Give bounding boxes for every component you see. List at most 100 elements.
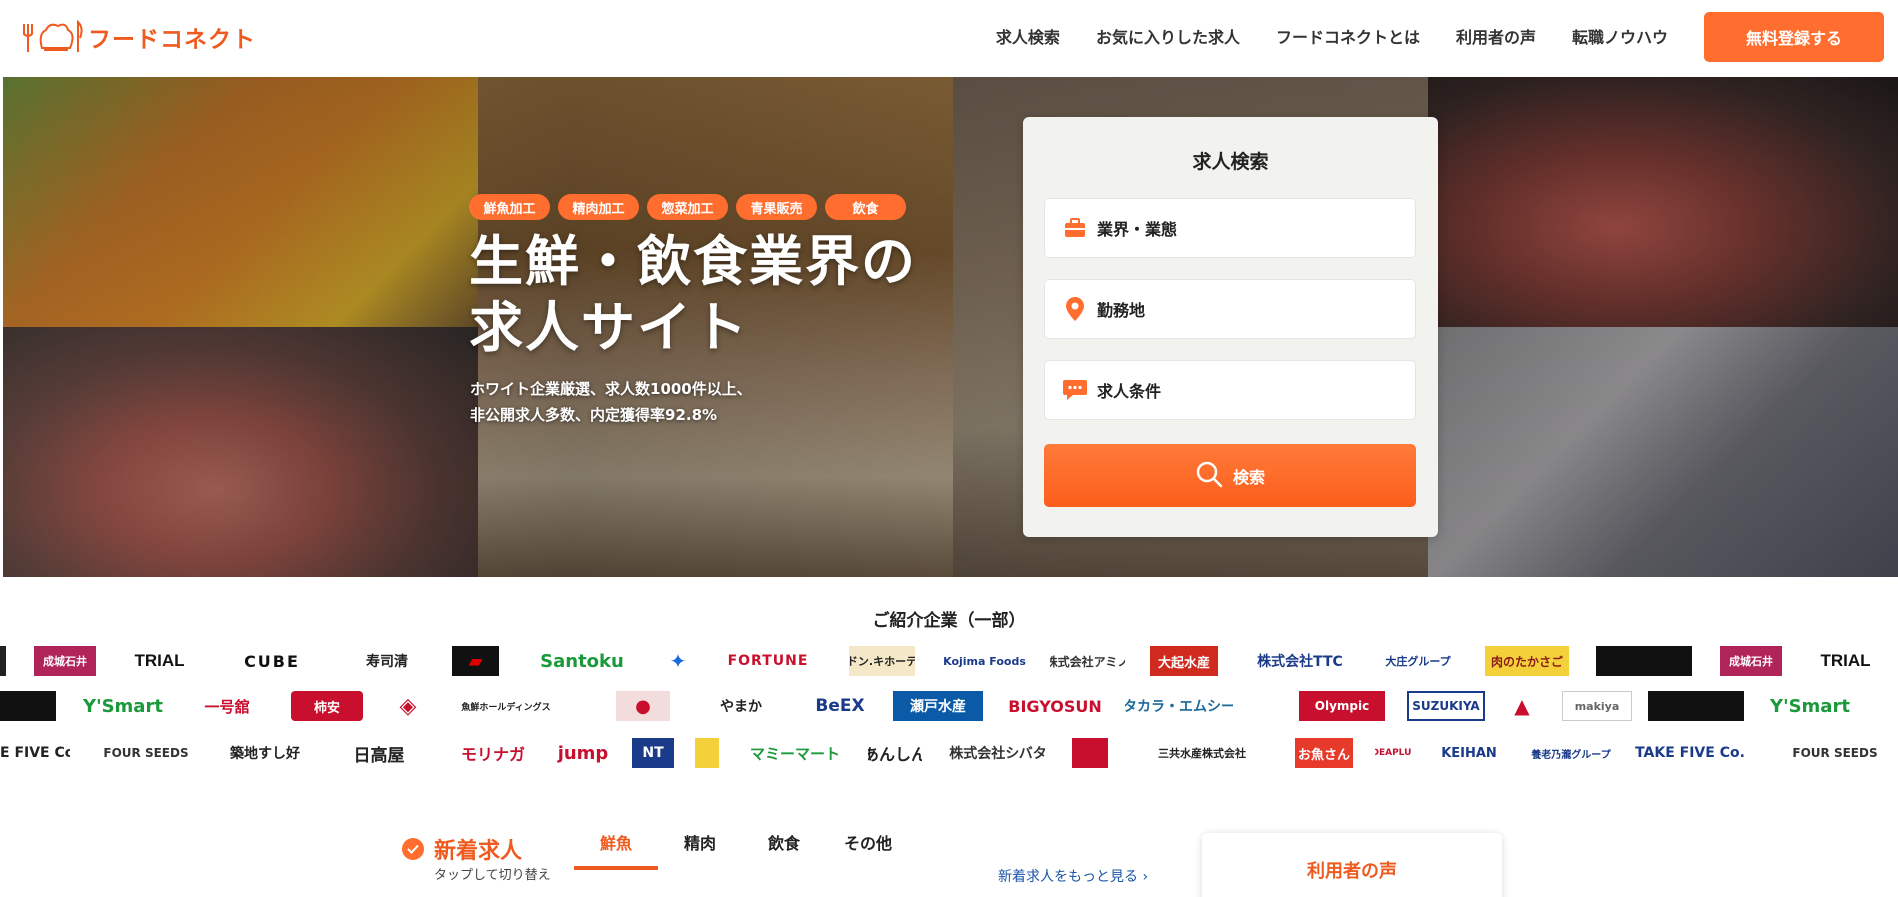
company-logo: 大起水産 (1150, 646, 1218, 676)
company-logo: あんしん (868, 745, 922, 764)
company-logos-row-2: Y'Smart 一号舘 柿安 ◈ 魚鮮ホールディングス ● やまか BeEX 瀬… (0, 689, 1898, 723)
company-logo: KEIHAN (1441, 745, 1497, 761)
company-logos-row-1: 成城石井 TRIAL CUBE 寿司清 ▰ Santoku ✦ FORTUNE … (0, 644, 1898, 678)
chat-bubble-icon (1063, 378, 1087, 402)
company-logo: ▲ (1514, 694, 1530, 718)
hero-title-line1: 生鮮・飲食業界の (469, 230, 917, 293)
company-logo: 株式会社TTC (1257, 654, 1343, 670)
tab-switch-hint: タップして切り替え (434, 868, 551, 883)
site-logo[interactable]: フードコネクト (22, 14, 256, 60)
hero-subtitle-line2: 非公開求人多数、内定獲得率92.8% (470, 406, 718, 424)
search-icon (1195, 460, 1223, 492)
search-button-label: 検索 (1232, 467, 1265, 487)
more-new-jobs-link[interactable]: 新着求人をもっと見る › (998, 866, 1148, 886)
company-logo: 魚鮮ホールディングス (461, 702, 551, 713)
company-logo: 株式会社アミノ (1050, 654, 1125, 669)
company-logo: 瀬戸水産 (893, 691, 983, 721)
search-button[interactable]: 検索 (1044, 444, 1416, 507)
company-logo: CUBE (244, 651, 300, 671)
flag-logo-icon: ▰ (468, 650, 483, 672)
hero-banner: 鮮魚加工 精肉加工 惣菜加工 青果販売 飲食 生鮮・飲食業界の 求人サイト ホワ… (3, 77, 1898, 577)
location-label: 勤務地 (1097, 301, 1146, 320)
company-logo (0, 646, 6, 676)
industry-select[interactable]: 業界・業態 (1044, 198, 1416, 258)
company-logo: モリナガ (460, 745, 525, 764)
new-jobs-heading: 新着求人 (402, 833, 522, 865)
free-register-button[interactable]: 無料登録する (1704, 12, 1884, 62)
chef-logo-icon (22, 14, 84, 60)
tab-fish[interactable]: 鮮魚 (574, 830, 658, 870)
company-logo: TRIAL (1820, 651, 1871, 670)
tag-fish-processing[interactable]: 鮮魚加工 (469, 194, 550, 220)
user-voices-title: 利用者の声 (1307, 861, 1397, 882)
job-category-tabs: 鮮魚 精肉 飲食 その他 (574, 830, 910, 870)
site-header: フードコネクト 求人検索 お気に入りした求人 フードコネクトとは 利用者の声 転… (0, 0, 1898, 77)
location-pin-icon (1063, 297, 1087, 321)
company-logo: FORTUNE (727, 653, 809, 669)
company-logo: 築地すし好 (230, 746, 300, 762)
new-jobs-title: 新着求人 (434, 839, 523, 864)
company-logo: 成城石井 (1720, 646, 1782, 676)
company-logo: E FIVE Co. (0, 745, 70, 761)
company-logo: FOUR SEEDS (1792, 746, 1878, 760)
user-voices-card: 利用者の声 (1202, 833, 1502, 897)
company-logo: 三共水産株式会社 (1158, 747, 1246, 760)
company-logo: Y'Smart (83, 695, 163, 717)
conditions-select[interactable]: 求人条件 (1044, 360, 1416, 420)
logo-text: フードコネクト (88, 27, 256, 53)
company-logo: 成城石井 (34, 646, 96, 676)
tab-meat[interactable]: 精肉 (658, 830, 742, 870)
company-logo (1596, 646, 1692, 676)
tab-food-service[interactable]: 飲食 (742, 830, 826, 870)
company-logo (1648, 691, 1744, 721)
hero-subtitle-line1: ホワイト企業厳選、求人数1000件以上、 (470, 380, 752, 398)
company-logo: IDEAPLUS (1375, 748, 1411, 758)
company-logo: TRIAL (134, 651, 185, 670)
company-logo (1072, 738, 1108, 768)
hero-subtitle: ホワイト企業厳選、求人数1000件以上、 非公開求人多数、内定獲得率92.8% (470, 376, 752, 428)
company-logo: makiya (1562, 691, 1632, 721)
company-logo: 日高屋 (353, 745, 405, 766)
company-logo: ◈ (399, 693, 417, 719)
category-tags: 鮮魚加工 精肉加工 惣菜加工 青果販売 飲食 (469, 194, 906, 220)
tab-other[interactable]: その他 (826, 830, 910, 870)
company-logo: タカラ・エムシー (1125, 699, 1233, 715)
company-logo: Y'Smart (1770, 695, 1850, 717)
check-icon (402, 838, 424, 860)
hero-title: 生鮮・飲食業界の 求人サイト (469, 229, 917, 361)
company-logo: ● (616, 691, 670, 721)
tag-produce-sales[interactable]: 青果販売 (736, 194, 817, 220)
nav-career-tips[interactable]: 転職ノウハウ (1572, 24, 1668, 48)
job-search-panel: 求人検索 業界・業態 勤務地 求人条件 検索 (1023, 117, 1438, 537)
company-logo: やまか (720, 699, 762, 715)
nav-job-search[interactable]: 求人検索 (996, 24, 1060, 48)
tag-deli-processing[interactable]: 惣菜加工 (647, 194, 728, 220)
tag-meat-processing[interactable]: 精肉加工 (558, 194, 639, 220)
hero-overlay (3, 77, 1898, 577)
company-logo: 柿安 (291, 691, 363, 721)
main-nav: 求人検索 お気に入りした求人 フードコネクトとは 利用者の声 転職ノウハウ (996, 24, 1668, 48)
company-logo: NT (632, 738, 674, 768)
industry-label: 業界・業態 (1097, 220, 1178, 239)
company-logo: 大庄グループ (1385, 655, 1451, 668)
company-logo: Olympic (1299, 691, 1385, 721)
nav-about[interactable]: フードコネクトとは (1276, 24, 1420, 48)
company-logo: ✦ (669, 649, 687, 673)
tag-food-service[interactable]: 飲食 (825, 194, 906, 220)
company-logo: 一号舘 (204, 697, 250, 716)
conditions-label: 求人条件 (1097, 382, 1162, 401)
company-logo: BeEX (815, 696, 865, 716)
company-logo: ▰ (452, 646, 499, 676)
briefcase-icon (1063, 216, 1087, 240)
company-logo: SUZUKIYA (1407, 691, 1485, 721)
location-select[interactable]: 勤務地 (1044, 279, 1416, 339)
company-logo: jump (557, 742, 609, 764)
nav-favorites[interactable]: お気に入りした求人 (1096, 24, 1240, 48)
company-logo: FOUR SEEDS (103, 746, 189, 760)
company-logo: 株式会社シバタ (949, 746, 1047, 762)
company-logo (0, 691, 56, 721)
company-logos-row-3: E FIVE Co. FOUR SEEDS 築地すし好 日高屋 モリナガ jum… (0, 736, 1898, 770)
nav-user-voices[interactable]: 利用者の声 (1456, 24, 1536, 48)
company-logo: ドン.キホーテ (849, 646, 915, 676)
company-logo: TAKE FIVE Co. (1635, 745, 1745, 761)
